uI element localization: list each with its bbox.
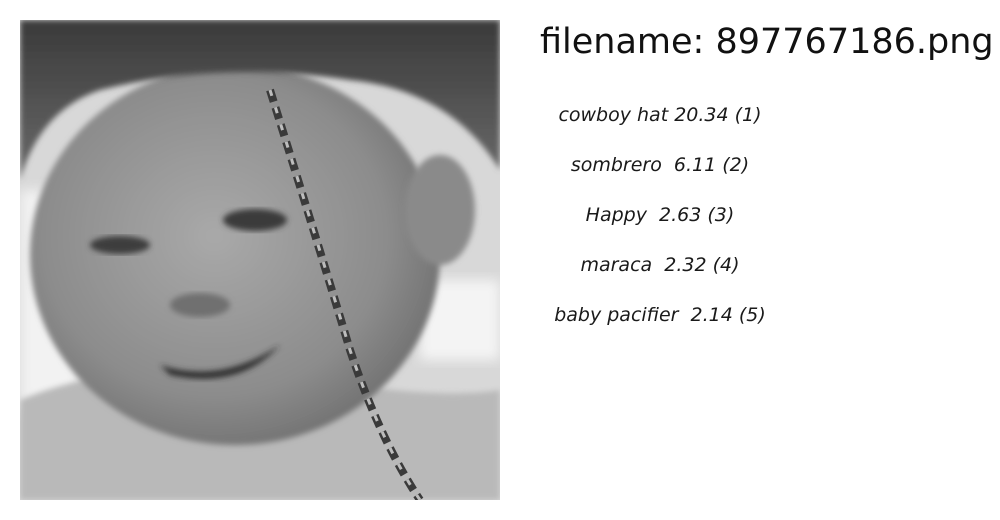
prediction-list: cowboy hat 20.34 (1) sombrero 6.11 (2) H… bbox=[540, 100, 780, 350]
baby-photo bbox=[20, 20, 500, 500]
prediction-item: cowboy hat 20.34 (1) bbox=[558, 104, 762, 126]
filename-label: filename: 897767186.png bbox=[540, 22, 994, 62]
prediction-item: maraca 2.32 (4) bbox=[580, 254, 740, 276]
prediction-item: sombrero 6.11 (2) bbox=[570, 154, 750, 176]
prediction-item: Happy 2.63 (3) bbox=[585, 204, 735, 226]
prediction-item: baby pacifier 2.14 (5) bbox=[554, 304, 766, 326]
